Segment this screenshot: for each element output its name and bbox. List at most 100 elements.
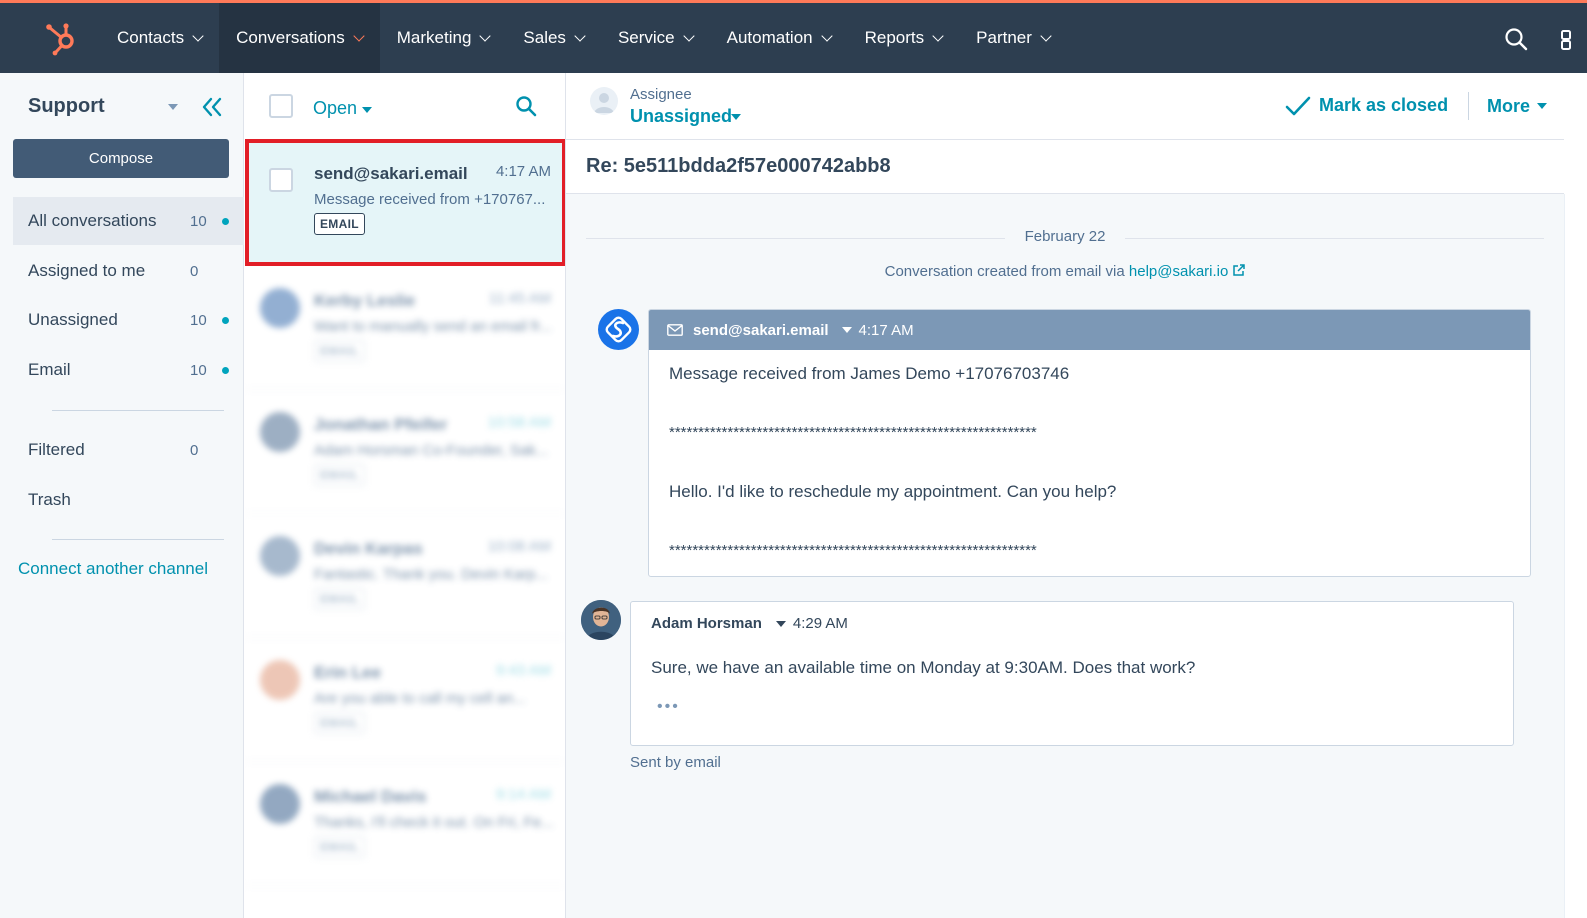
sidebar-item-email[interactable]: Email 10 bbox=[13, 346, 244, 394]
sidebar-item-all-conversations[interactable]: All conversations 10 bbox=[13, 197, 244, 245]
conversation-thread: Assignee Unassigned Mark as closed More … bbox=[566, 73, 1587, 918]
nav-sales[interactable]: Sales bbox=[506, 3, 601, 73]
compose-button[interactable]: Compose bbox=[13, 139, 229, 178]
assignee-avatar[interactable] bbox=[590, 87, 618, 115]
caret-down-icon[interactable] bbox=[775, 620, 786, 627]
checkmark-icon bbox=[1285, 96, 1311, 115]
conversation-sender: Devin Karpas bbox=[314, 539, 423, 558]
nav-conversations[interactable]: Conversations bbox=[219, 3, 380, 73]
conversation-item[interactable]: Erin Lee 9:43 AM Are you able to call my… bbox=[245, 638, 565, 762]
nav-service[interactable]: Service bbox=[601, 3, 710, 73]
nav-label: Service bbox=[617, 28, 675, 47]
chevron-down-icon bbox=[479, 29, 492, 42]
sidebar-item-label: Trash bbox=[28, 490, 71, 509]
sidebar-item-unassigned[interactable]: Unassigned 10 bbox=[13, 296, 244, 344]
nav-partner[interactable]: Partner bbox=[959, 3, 1067, 73]
conversation-checkbox[interactable] bbox=[269, 168, 293, 192]
status-filter-dropdown[interactable]: Open bbox=[313, 98, 357, 119]
sidebar-item-count: 10 bbox=[190, 212, 207, 230]
conversation-item[interactable]: Kerby Leslie 11:45 AM Want to manually s… bbox=[245, 266, 565, 390]
sidebar-item-trash[interactable]: Trash bbox=[13, 476, 244, 524]
top-navigation: Contacts Conversations Marketing Sales S… bbox=[0, 0, 1587, 73]
nav-reports[interactable]: Reports bbox=[848, 3, 960, 73]
subject-bar: Re: 5e511bdda2f57e000742abb8 bbox=[566, 139, 1564, 194]
double-chevron-left-icon[interactable] bbox=[200, 96, 224, 118]
inbox-title[interactable]: Support bbox=[28, 95, 105, 118]
channel-badge: EMAIL bbox=[314, 213, 365, 235]
assignee-dropdown[interactable]: Unassigned bbox=[630, 106, 732, 127]
chevron-down-icon bbox=[932, 29, 944, 42]
envelope-icon bbox=[667, 324, 683, 336]
reply-time: 4:29 AM bbox=[792, 615, 848, 632]
channel-badge: EMAIL bbox=[314, 588, 365, 610]
source-email-link[interactable]: help@sakari.io bbox=[1129, 263, 1228, 280]
sidebar-item-count: 0 bbox=[190, 441, 199, 459]
chevron-down-icon bbox=[192, 29, 204, 42]
email-line: Message received from James Demo +170767… bbox=[669, 364, 1070, 383]
nav-label: Reports bbox=[864, 28, 925, 47]
nav-contacts[interactable]: Contacts bbox=[100, 3, 219, 73]
unread-dot bbox=[222, 316, 229, 324]
email-message-card: send@sakari.email 4:17 AM Message receiv… bbox=[648, 309, 1531, 577]
sidebar-item-filtered[interactable]: Filtered 0 bbox=[13, 426, 244, 474]
sent-by-label: Sent by email bbox=[630, 754, 721, 771]
mark-as-closed-button[interactable]: Mark as closed bbox=[1285, 95, 1448, 116]
nav-label: Contacts bbox=[117, 28, 185, 47]
conversation-item[interactable]: Jonathan Pfeifer 10:58 AM Adam Horsman C… bbox=[245, 390, 565, 514]
unread-dot bbox=[222, 366, 229, 374]
list-header: Open bbox=[245, 73, 565, 139]
scrollbar[interactable] bbox=[1564, 194, 1587, 918]
marketplace-icon[interactable] bbox=[1558, 29, 1572, 51]
caret-down-icon bbox=[731, 114, 741, 120]
search-icon[interactable] bbox=[515, 95, 537, 117]
conversation-preview: Want to manually send an email fr... bbox=[314, 318, 552, 335]
email-header: send@sakari.email 4:17 AM bbox=[649, 310, 1530, 350]
created-note-text: Conversation created from email via bbox=[884, 263, 1129, 280]
user-icon bbox=[594, 93, 614, 113]
unread-dot bbox=[222, 217, 229, 225]
avatar bbox=[581, 600, 621, 640]
hubspot-logo-icon[interactable] bbox=[44, 21, 80, 57]
nav-marketing[interactable]: Marketing bbox=[380, 3, 507, 73]
avatar bbox=[260, 536, 300, 576]
message-thread: February 22 Conversation created from em… bbox=[566, 194, 1564, 918]
inbox-sidebar: Support Compose All conversations 10 Ass… bbox=[0, 73, 244, 918]
select-all-checkbox[interactable] bbox=[269, 94, 293, 118]
conversation-preview: Fantastic. Thank you. Devin Karp... bbox=[314, 566, 549, 583]
channel-badge: EMAIL bbox=[314, 340, 365, 362]
external-link-icon[interactable] bbox=[1232, 264, 1246, 277]
sidebar-item-label: Filtered bbox=[28, 440, 85, 459]
sidebar-item-count: 10 bbox=[190, 361, 207, 379]
thread-subject: Re: 5e511bdda2f57e000742abb8 bbox=[586, 155, 891, 177]
caret-down-icon[interactable] bbox=[168, 104, 178, 110]
date-divider: February 22 bbox=[586, 228, 1544, 248]
conversation-preview: Thanks, I'll check it out. On Fri, Fe... bbox=[314, 814, 554, 831]
sidebar-item-label: All conversations bbox=[28, 211, 157, 230]
conversation-item-selected[interactable]: send@sakari.email 4:17 AM Message receiv… bbox=[245, 139, 565, 266]
sakari-avatar-icon bbox=[598, 309, 639, 350]
caret-down-icon[interactable] bbox=[841, 327, 852, 333]
conversation-item[interactable]: Michael Davis 9:14 AM Thanks, I'll check… bbox=[245, 762, 565, 886]
conversation-item[interactable]: Devin Karpas 10:08 AM Fantastic. Thank y… bbox=[245, 514, 565, 638]
conversation-time: 10:58 AM bbox=[487, 414, 551, 431]
more-dropdown[interactable]: More bbox=[1487, 96, 1530, 117]
assignee-label: Assignee bbox=[630, 86, 692, 103]
connect-channel-link[interactable]: Connect another channel bbox=[18, 559, 208, 579]
sidebar-divider bbox=[52, 410, 224, 411]
search-icon[interactable] bbox=[1504, 27, 1528, 51]
channel-badge: EMAIL bbox=[314, 712, 365, 734]
nav-automation[interactable]: Automation bbox=[710, 3, 848, 73]
sidebar-item-label: Unassigned bbox=[28, 310, 118, 329]
chevron-down-icon bbox=[682, 29, 695, 42]
user-photo-icon bbox=[581, 600, 621, 640]
conversation-preview: Are you able to call my cell an... bbox=[314, 690, 526, 707]
channel-badge: EMAIL bbox=[314, 464, 365, 486]
reply-author: Adam Horsman bbox=[651, 615, 762, 632]
sidebar-item-assigned-to-me[interactable]: Assigned to me 0 bbox=[13, 247, 244, 295]
chevron-down-icon bbox=[353, 29, 365, 42]
date-label: February 22 bbox=[1024, 228, 1106, 245]
email-body: Message received from James Demo +170767… bbox=[669, 364, 1509, 576]
sidebar-divider bbox=[52, 539, 224, 540]
conversation-time: 11:45 AM bbox=[488, 290, 551, 307]
expand-quoted-button[interactable]: ••• bbox=[657, 698, 680, 716]
